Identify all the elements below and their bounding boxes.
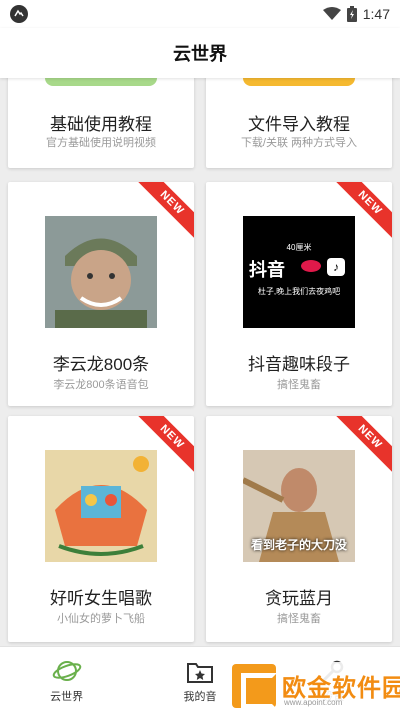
- watermark-url: www.apoint.com: [284, 698, 343, 707]
- tutorial-thumb: [45, 78, 157, 86]
- status-bar: 1:47: [0, 0, 400, 28]
- folder-star-icon: [186, 663, 213, 683]
- tutorial-thumb: [243, 78, 355, 86]
- title-bar: 云世界: [0, 28, 400, 78]
- battery-charging-icon: [346, 6, 357, 22]
- card-douyin-jokes[interactable]: 40厘米 抖音 ♪ 杜子,晚上我们去夜鸡吧 抖音趣味段子 搞怪鬼畜 NEW: [206, 182, 392, 406]
- card-subtitle: 搞怪鬼畜: [277, 379, 321, 391]
- card-title: 基础使用教程: [50, 115, 152, 134]
- nav-item-cloud-world[interactable]: 云世界: [0, 647, 133, 712]
- card-title: 抖音趣味段子: [248, 355, 350, 374]
- lips-icon: [301, 260, 321, 272]
- thumb-caption: 杜子,晚上我们去夜鸡吧: [257, 287, 341, 296]
- card-thumbnail: 看到老子的大刀没: [241, 450, 355, 562]
- card-basic-tutorial[interactable]: 基础使用教程 官方基础使用说明视频: [8, 78, 194, 168]
- card-title: 文件导入教程: [248, 115, 350, 134]
- card-title: 李云龙800条: [52, 355, 150, 374]
- watermark-logo-icon: [232, 664, 277, 709]
- card-subtitle: 李云龙800条语音包: [53, 379, 149, 391]
- nav-label: 我的音: [183, 691, 217, 703]
- nav-label: 云世界: [50, 691, 84, 703]
- wifi-icon: [322, 7, 341, 20]
- card-thumbnail: [45, 216, 157, 328]
- card-import-tutorial[interactable]: 文件导入教程 下载/关联 两种方式导入: [206, 78, 392, 168]
- tiktok-icon: ♪: [327, 258, 345, 276]
- card-thumbnail: [45, 450, 157, 562]
- douyin-logo: 抖音: [249, 260, 285, 280]
- watermark: 欧金软件园 www.apoint.com: [232, 662, 400, 712]
- card-subtitle: 小仙女的萝卜飞船: [57, 613, 145, 625]
- card-subtitle: 下载/关联 两种方式导入: [240, 137, 358, 149]
- card-subtitle: 搞怪鬼畜: [277, 613, 321, 625]
- card-girl-singing[interactable]: 好听女生唱歌 小仙女的萝卜飞船 NEW: [8, 416, 194, 642]
- thumb-caption: 看到老子的大刀没: [250, 538, 347, 552]
- page-title: 云世界: [173, 44, 227, 64]
- status-time: 1:47: [362, 6, 390, 22]
- card-li-yunlong[interactable]: 李云龙800条 李云龙800条语音包 NEW: [8, 182, 194, 406]
- card-subtitle: 官方基础使用说明视频: [46, 137, 156, 149]
- card-tanwan-lanyue[interactable]: 看到老子的大刀没 贪玩蓝月 搞怪鬼畜 NEW: [206, 416, 392, 642]
- card-title: 好听女生唱歌: [50, 589, 152, 608]
- card-thumbnail: 40厘米 抖音 ♪ 杜子,晚上我们去夜鸡吧: [243, 216, 355, 328]
- app-notification-icon: [10, 5, 28, 23]
- thumb-top-text: 40厘米: [286, 243, 312, 252]
- card-title: 贪玩蓝月: [265, 589, 333, 608]
- card-grid[interactable]: 基础使用教程 官方基础使用说明视频 文件导入教程 下载/关联 两种方式导入 李云…: [0, 78, 400, 646]
- planet-icon: [52, 661, 81, 681]
